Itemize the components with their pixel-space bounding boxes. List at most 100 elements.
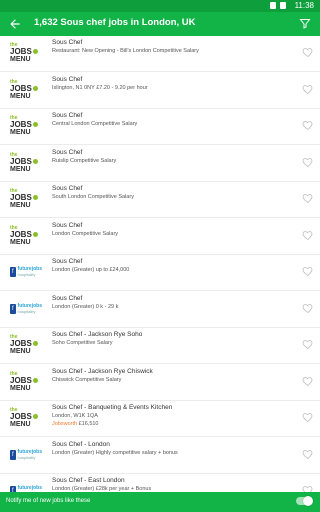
notify-label: Notify me of new jobs like these bbox=[6, 498, 91, 504]
app-bar: 1,632 Sous chef jobs in London, UK bbox=[0, 12, 320, 36]
favorite-heart-icon[interactable] bbox=[302, 192, 314, 204]
logo-word: futurejobshospitality bbox=[17, 302, 42, 314]
job-location-salary: South London Competitive Salary bbox=[52, 194, 134, 200]
logo-menu: MENU bbox=[10, 56, 31, 63]
logo-mark: f bbox=[10, 449, 16, 460]
job-title: Sous Chef bbox=[52, 258, 83, 265]
filter-icon[interactable] bbox=[299, 17, 311, 30]
logo-jobs: JOBS bbox=[10, 194, 42, 202]
logo-menu: MENU bbox=[10, 129, 31, 136]
favorite-heart-icon[interactable] bbox=[302, 411, 314, 423]
jobsmenu-logo: the JOBS MENU bbox=[10, 225, 42, 247]
battery-icon bbox=[280, 2, 286, 9]
logo-jobs: JOBS bbox=[10, 121, 42, 129]
wifi-icon bbox=[270, 2, 276, 9]
job-extra-line: Jobsworth £16,510 bbox=[52, 421, 99, 427]
jobsmenu-logo: the JOBS MENU bbox=[10, 79, 42, 101]
jobsmenu-logo: the JOBS MENU bbox=[10, 115, 42, 137]
job-location-salary: London, W1K 1QA bbox=[52, 413, 98, 419]
job-location-salary: London (Greater) up to £24,000 bbox=[52, 267, 130, 273]
job-location-salary: London Competitive Salary bbox=[52, 230, 119, 237]
favorite-heart-icon[interactable] bbox=[302, 375, 314, 387]
favorite-heart-icon[interactable] bbox=[302, 265, 314, 277]
favorite-heart-icon[interactable] bbox=[302, 484, 314, 492]
job-title: Sous Chef - Banqueting & Events Kitchen bbox=[52, 404, 173, 411]
logo-mark: f bbox=[10, 267, 16, 277]
status-time: 11:38 bbox=[294, 1, 314, 10]
job-list-item[interactable]: the JOBS MENU Sous Chef Restaurant: New Open… bbox=[0, 36, 320, 72]
futurejobs-logo: ffuturejobshospitality bbox=[10, 298, 42, 320]
job-title: Sous Chef - London bbox=[52, 440, 110, 448]
job-location-salary: Restaurant: New Opening - Bill's London … bbox=[52, 48, 199, 54]
toggle-knob bbox=[303, 496, 313, 506]
job-list-item[interactable]: the JOBS MENU Sous Chef Ruislip Competitive … bbox=[0, 146, 320, 182]
job-title: Sous Chef - East London bbox=[52, 477, 125, 484]
logo-menu: MENU bbox=[10, 202, 31, 209]
favorite-heart-icon[interactable] bbox=[302, 338, 314, 350]
job-title: Sous Chef bbox=[52, 148, 83, 156]
job-location-salary: Soho Competitive Salary bbox=[52, 340, 113, 346]
job-list-item[interactable]: f futurejobs hospitality Sous Chef London (G… bbox=[0, 255, 320, 291]
job-list-item[interactable]: f futurejobs hospitality Sous Chef London (G… bbox=[0, 292, 320, 328]
futurejobs-logo: ffuturejobshospitality bbox=[10, 444, 42, 466]
futurejobs-logo: ffuturejobshospitality bbox=[10, 261, 42, 283]
logo-menu: MENU bbox=[10, 165, 31, 173]
job-location-salary: Chiswick Competitive Salary bbox=[52, 376, 122, 383]
favorite-heart-icon[interactable] bbox=[302, 46, 314, 58]
status-bar: 11:38 bbox=[0, 0, 320, 12]
logo-menu: MENU bbox=[10, 92, 31, 100]
jobsmenu-logo: the JOBS MENU bbox=[10, 371, 42, 393]
futurejobs-logo: ffuturejobshospitality bbox=[10, 480, 42, 492]
logo-jobs: JOBS bbox=[10, 376, 42, 385]
favorite-heart-icon[interactable] bbox=[302, 119, 314, 131]
notify-toggle[interactable] bbox=[296, 496, 313, 506]
back-arrow-icon[interactable] bbox=[8, 16, 22, 32]
job-location-salary: London (Greater) Highly competitive sala… bbox=[52, 449, 178, 456]
jobsmenu-logo: the JOBS MENU bbox=[10, 152, 42, 174]
source-label: Jobsworth bbox=[52, 421, 78, 427]
job-title: Sous Chef bbox=[52, 294, 83, 302]
jobsmenu-logo: the JOBS MENU bbox=[10, 42, 42, 64]
favorite-heart-icon[interactable] bbox=[302, 83, 314, 95]
job-title: Sous Chef bbox=[52, 112, 83, 119]
favorite-heart-icon[interactable] bbox=[302, 302, 314, 314]
job-location-salary: Central London Competitive Salary bbox=[52, 121, 138, 127]
favorite-heart-icon[interactable] bbox=[302, 229, 314, 241]
job-location-salary: Ruislip Competitive Salary bbox=[52, 157, 117, 164]
job-title: Sous Chef bbox=[52, 39, 83, 46]
jobsmenu-logo: the JOBS MENU bbox=[10, 188, 42, 210]
job-list-item[interactable]: f futurejobs hospitality Sous Chef - London… bbox=[0, 438, 320, 474]
logo-jobs: JOBS bbox=[10, 340, 42, 348]
job-list-item[interactable]: the JOBS MENU Sous Chef Central London Compe… bbox=[0, 109, 320, 145]
job-location-salary: London (Greater) 0 k - 29 k bbox=[52, 303, 119, 310]
salary-text: £16,510 bbox=[78, 421, 99, 427]
status-icons bbox=[270, 2, 286, 9]
logo-jobs: JOBS bbox=[10, 84, 42, 93]
logo-word: futurejobshospitality bbox=[17, 448, 42, 460]
job-list-item[interactable]: the JOBS MENU Sous Chef Islington, N1 0NY £7… bbox=[0, 73, 320, 109]
logo-word: futurejobshospitality bbox=[17, 266, 42, 278]
favorite-heart-icon[interactable] bbox=[302, 448, 314, 460]
job-list-item[interactable]: the JOBS MENU Sous Chef - Banqueting & Even… bbox=[0, 401, 320, 437]
logo-menu: MENU bbox=[10, 384, 31, 392]
job-list-item[interactable]: ffuturejobshospitality Sous Chef - East L… bbox=[0, 474, 320, 492]
favorite-heart-icon[interactable] bbox=[302, 156, 314, 168]
job-list-item[interactable]: the JOBS MENU Sous Chef South London Competi… bbox=[0, 182, 320, 218]
jobsmenu-logo: the JOBS MENU bbox=[10, 407, 42, 429]
job-list-item[interactable]: the JOBS MENU Sous Chef - Jackson Rye Soho S… bbox=[0, 328, 320, 364]
job-title: Sous Chef bbox=[52, 221, 83, 229]
jobsmenu-logo: the JOBS MENU bbox=[10, 334, 42, 356]
job-list-item[interactable]: the JOBS MENU Sous Chef - Jackson Rye Chisw… bbox=[0, 365, 320, 401]
logo-jobs: JOBS bbox=[10, 230, 42, 239]
notify-bar: Notify me of new jobs like these bbox=[0, 492, 320, 512]
logo-jobs: JOBS bbox=[10, 413, 42, 421]
job-location-salary: Islington, N1 0NY £7.20 - 9.20 per hour bbox=[52, 84, 148, 91]
job-list-item[interactable]: the JOBS MENU Sous Chef London Competitive S… bbox=[0, 219, 320, 255]
logo-menu: MENU bbox=[10, 421, 31, 428]
logo-jobs: JOBS bbox=[10, 157, 42, 166]
page-title: 1,632 Sous chef jobs in London, UK bbox=[34, 17, 196, 28]
job-list: the JOBS MENU Sous Chef Restaurant: New Open… bbox=[0, 36, 320, 492]
logo-menu: MENU bbox=[10, 348, 31, 355]
job-title: Sous Chef - Jackson Rye Soho bbox=[52, 331, 143, 338]
job-title: Sous Chef bbox=[52, 75, 83, 83]
